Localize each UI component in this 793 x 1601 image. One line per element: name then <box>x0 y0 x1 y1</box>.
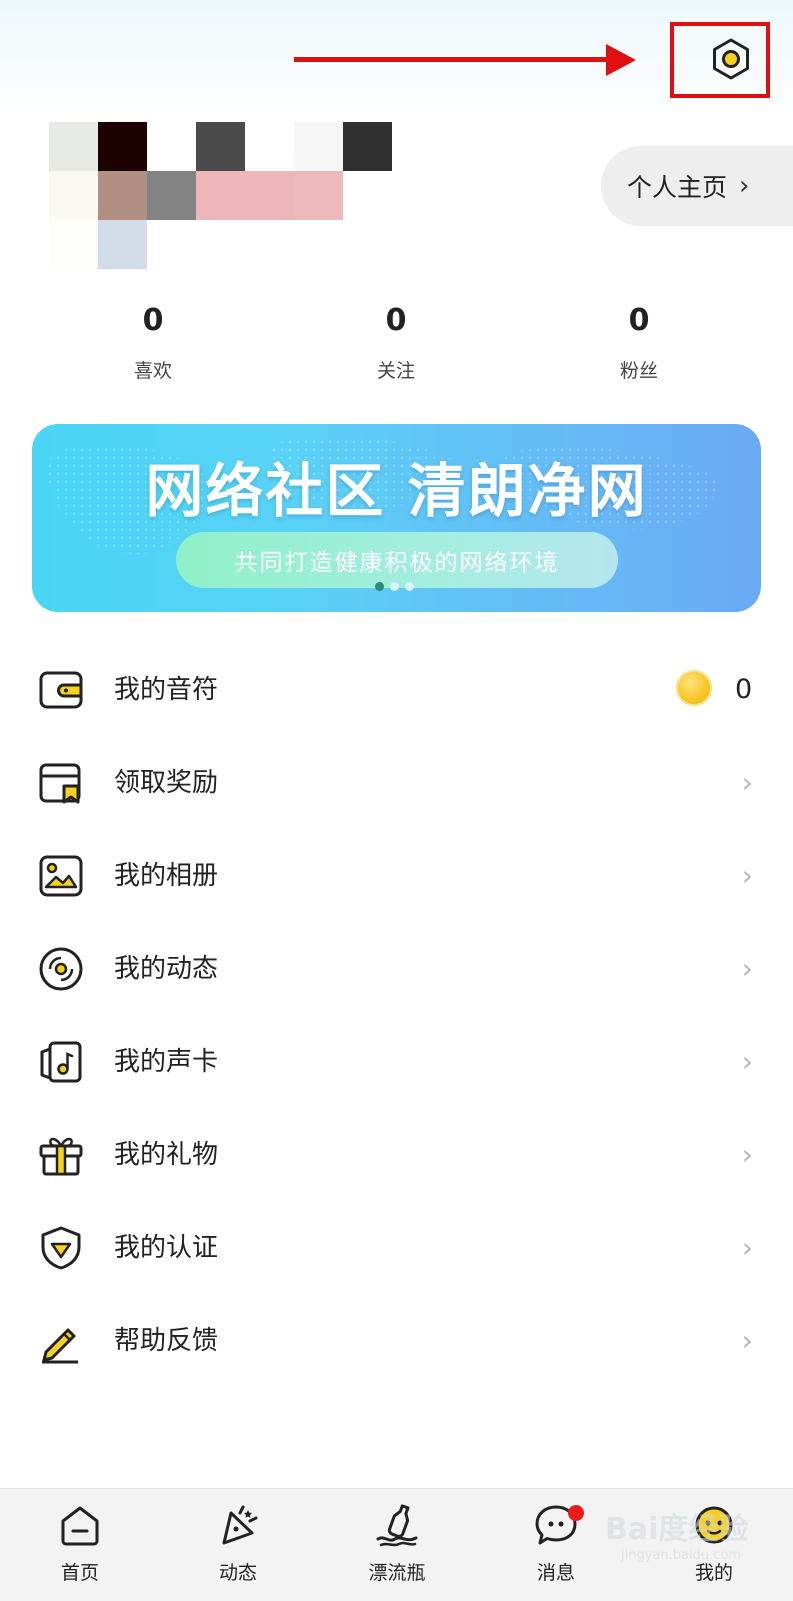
banner-subtitle-pill: 共同打造健康积极的网络环境 <box>176 532 618 588</box>
music-card-icon <box>40 1041 82 1083</box>
menu-item-my-sound-card[interactable]: 我的声卡 › <box>0 1017 793 1107</box>
likes-label: 喜欢 <box>133 360 172 382</box>
chevron-right-icon: › <box>741 1231 753 1264</box>
annotation-arrow-line <box>294 57 610 62</box>
tab-label: 首页 <box>60 1562 99 1584</box>
photo-album-icon <box>39 855 83 897</box>
banner-dot <box>375 582 384 591</box>
banner-dot <box>390 582 399 591</box>
chevron-right-icon: › <box>741 952 753 985</box>
menu-item-my-moments[interactable]: 我的动态 › <box>0 924 793 1014</box>
wallet-icon <box>39 671 83 709</box>
menu-item-label: 我的音符 <box>114 675 219 705</box>
tab-messages[interactable]: 消息 <box>496 1489 616 1601</box>
coin-icon <box>676 670 712 706</box>
annotation-arrow-head <box>606 44 636 76</box>
stat-following[interactable]: 0 关注 <box>316 300 476 383</box>
unread-badge <box>568 1505 584 1521</box>
settings-hexagon-icon <box>713 38 749 80</box>
vinyl-disc-icon <box>39 947 83 991</box>
tab-label: 我的 <box>694 1562 733 1584</box>
menu-item-label: 领取奖励 <box>114 768 219 798</box>
chevron-right-icon: › <box>739 171 750 201</box>
personal-homepage-label: 个人主页 <box>627 173 728 202</box>
menu-item-label: 我的动态 <box>114 954 219 984</box>
likes-count: 0 <box>142 303 164 338</box>
promo-banner[interactable]: 网络社区 清朗净网 共同打造健康积极的网络环境 <box>32 424 761 612</box>
following-count: 0 <box>385 303 407 338</box>
tab-mine[interactable]: 我的 <box>654 1489 774 1601</box>
shield-check-icon <box>41 1226 81 1270</box>
profile-stats: 0 喜欢 0 关注 0 粉丝 <box>0 300 793 400</box>
personal-homepage-button[interactable]: 个人主页 › <box>601 146 793 226</box>
chevron-right-icon: › <box>741 1045 753 1078</box>
tab-label: 消息 <box>536 1562 575 1584</box>
chevron-right-icon: › <box>741 1138 753 1171</box>
fans-label: 粉丝 <box>619 360 658 382</box>
banner-title: 网络社区 清朗净网 <box>145 457 648 525</box>
pixelated-avatar-username <box>49 122 399 272</box>
reward-card-icon <box>39 763 81 804</box>
face-icon <box>695 1506 733 1544</box>
banner-subtitle: 共同打造健康积极的网络环境 <box>234 550 560 576</box>
tab-moments[interactable]: 动态 <box>178 1489 298 1601</box>
tab-label: 动态 <box>218 1562 257 1584</box>
stat-fans[interactable]: 0 粉丝 <box>559 300 719 383</box>
menu-item-my-album[interactable]: 我的相册 › <box>0 831 793 921</box>
drift-bottle-icon <box>376 1504 418 1547</box>
menu-item-label: 我的礼物 <box>114 1140 219 1170</box>
banner-dot <box>405 582 414 591</box>
home-icon <box>61 1506 99 1546</box>
menu-item-label: 我的相册 <box>114 861 219 891</box>
menu-item-help-feedback[interactable]: 帮助反馈 › <box>0 1296 793 1386</box>
tab-label: 漂流瓶 <box>368 1562 426 1584</box>
settings-button[interactable] <box>708 36 754 82</box>
tab-drift-bottle[interactable]: 漂流瓶 <box>337 1489 457 1601</box>
party-popper-icon <box>222 1505 258 1545</box>
stat-likes[interactable]: 0 喜欢 <box>73 300 233 383</box>
notes-balance: 0 <box>735 674 753 705</box>
chevron-right-icon: › <box>741 766 753 799</box>
menu-item-claim-rewards[interactable]: 领取奖励 › <box>0 738 793 828</box>
menu-item-label: 我的认证 <box>114 1233 219 1263</box>
menu-item-label: 帮助反馈 <box>114 1326 219 1356</box>
menu-item-my-notes[interactable]: 我的音符 0 <box>0 645 793 735</box>
menu-item-my-gifts[interactable]: 我的礼物 › <box>0 1110 793 1200</box>
tab-home[interactable]: 首页 <box>20 1489 140 1601</box>
bottom-tab-bar: 首页 动态 漂流瓶 消息 我的 <box>0 1488 793 1601</box>
fans-count: 0 <box>628 303 650 338</box>
following-label: 关注 <box>376 360 415 382</box>
chevron-right-icon: › <box>741 859 753 892</box>
pencil-icon <box>42 1328 78 1364</box>
menu-item-label: 我的声卡 <box>114 1047 219 1077</box>
gift-icon <box>39 1137 83 1176</box>
banner-page-indicator <box>375 582 414 591</box>
menu-item-my-certification[interactable]: 我的认证 › <box>0 1203 793 1293</box>
chevron-right-icon: › <box>741 1324 753 1357</box>
